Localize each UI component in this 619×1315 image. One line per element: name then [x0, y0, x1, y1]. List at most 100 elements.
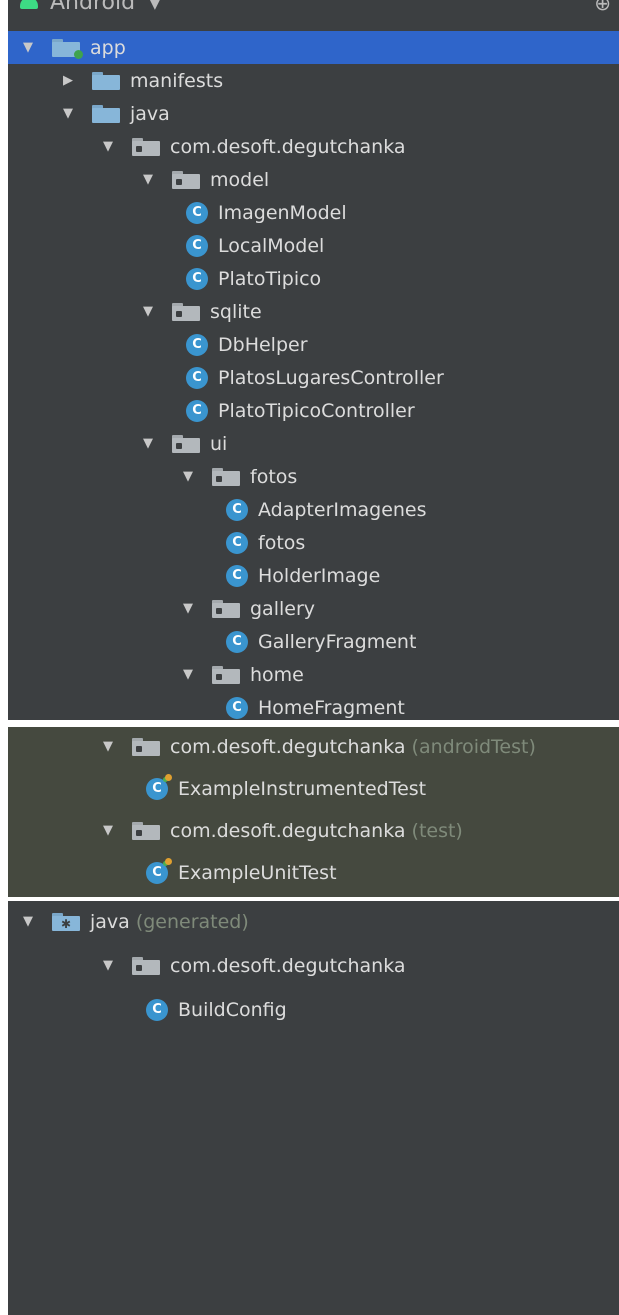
tree-node-label: HolderImage — [258, 564, 381, 587]
tree-node-folder[interactable]: ▼ com.desoft.degutchanka (androidTest) — [8, 730, 619, 763]
tree-node-class[interactable]: C PlatoTipicoController — [8, 394, 619, 427]
tree-node-folder[interactable]: ▼ home — [8, 658, 619, 691]
class-icon: C — [186, 399, 208, 422]
tree-node-folder[interactable]: ▼ model — [8, 163, 619, 196]
tree-node-label: PlatoTipico — [218, 267, 322, 290]
tree-node-class[interactable]: C HomeFragment — [8, 691, 619, 720]
generated-folder-icon: ✱ — [52, 912, 80, 931]
package-icon — [132, 737, 160, 756]
tree-node-label: PlatosLugaresController — [218, 366, 444, 389]
class-icon: C — [226, 531, 248, 554]
android-icon — [20, 0, 38, 9]
expand-arrow-down-icon[interactable]: ▼ — [100, 739, 116, 755]
tree-node-class[interactable]: C HolderImage — [8, 559, 619, 592]
expand-arrow-down-icon[interactable]: ▼ — [180, 601, 196, 617]
target-icon[interactable]: ⊕ — [594, 0, 611, 12]
package-icon — [172, 434, 200, 453]
tree-node-label: HomeFragment — [258, 696, 405, 719]
tree-node-folder[interactable]: ▼ com.desoft.degutchanka — [8, 130, 619, 163]
expand-arrow-down-icon[interactable]: ▼ — [140, 436, 156, 452]
tree-node-hint: (generated) — [135, 910, 249, 933]
expand-arrow-down-icon[interactable]: ▼ — [140, 304, 156, 320]
class-icon: C — [186, 234, 208, 257]
tree-node-label: com.desoft.degutchanka — [170, 735, 406, 758]
tree-node-label: fotos — [258, 531, 306, 554]
tree-node-folder[interactable]: ▼ fotos — [8, 460, 619, 493]
expand-arrow-down-icon[interactable]: ▼ — [180, 469, 196, 485]
tree-node-folder[interactable]: ▶ manifests — [8, 64, 619, 97]
generated-sources-panel: ▼ ✱ java (generated) ▼ com.desoft.degutchanka… — [8, 901, 619, 1315]
package-icon — [212, 665, 240, 684]
tree-node-folder[interactable]: ▼ com.desoft.degutchanka (test) — [8, 814, 619, 847]
expand-arrow-down-icon[interactable]: ▼ — [20, 40, 36, 56]
expand-arrow-down-icon[interactable]: ▼ — [140, 172, 156, 188]
tree-node-label: home — [250, 663, 304, 686]
class-icon: C — [226, 564, 248, 587]
tree-node-class[interactable]: C DbHelper — [8, 328, 619, 361]
test-sources-panel: ▼ com.desoft.degutchanka (androidTest) C Exa… — [8, 727, 619, 897]
expand-arrow-down-icon[interactable]: ▼ — [180, 667, 196, 683]
tree-node-label: manifests — [130, 69, 224, 92]
expand-arrow-down-icon[interactable]: ▼ — [100, 958, 116, 974]
test-class-icon: C — [146, 857, 172, 884]
expand-arrow-down-icon[interactable]: ▼ — [20, 914, 36, 930]
tree-node-folder[interactable]: ▼ ✱ java (generated) — [8, 905, 619, 938]
tree-node-label: ui — [210, 432, 228, 455]
package-icon — [212, 467, 240, 486]
class-icon: C — [226, 696, 248, 719]
expand-arrow-down-icon[interactable]: ▼ — [60, 106, 76, 122]
tree-node-class[interactable]: C AdapterImagenes — [8, 493, 619, 526]
tree-node-class[interactable]: Cfotos — [8, 526, 619, 559]
package-icon — [132, 137, 160, 156]
tree-node-folder[interactable]: ▼ ui — [8, 427, 619, 460]
tree-node-class[interactable]: C LocalModel — [8, 229, 619, 262]
build-config-icon: C — [146, 998, 168, 1021]
tree-node-label: sqlite — [210, 300, 262, 323]
tree-node-label: gallery — [250, 597, 316, 620]
view-selector[interactable]: Android ▼ — [20, 0, 161, 12]
project-view-header: Android ▼ ⊕ — [8, 0, 619, 12]
expand-arrow-down-icon[interactable]: ▼ — [100, 823, 116, 839]
module-icon — [52, 38, 83, 59]
tree-node-label: GalleryFragment — [258, 630, 417, 653]
tree-node-label: ExampleUnitTest — [178, 861, 337, 884]
class-icon: C — [186, 201, 208, 224]
folder-icon — [92, 71, 120, 90]
tree-node-label: LocalModel — [218, 234, 325, 257]
tree-node-folder[interactable]: ▼ com.desoft.degutchanka — [8, 949, 619, 982]
tree-node-folder[interactable]: ▼ sqlite — [8, 295, 619, 328]
tree-node-label: java — [90, 910, 130, 933]
chevron-down-icon[interactable]: ▼ — [149, 0, 161, 12]
expand-arrow-down-icon[interactable]: ▼ — [100, 139, 116, 155]
package-icon — [132, 821, 160, 840]
test-class-icon: C — [146, 773, 172, 800]
class-icon: C — [186, 333, 208, 356]
tree-node-class[interactable]: C GalleryFragment — [8, 625, 619, 658]
folder-icon — [92, 104, 120, 123]
tree-node-folder[interactable]: ▼ app — [8, 31, 619, 64]
tree-node-label: app — [90, 36, 126, 59]
class-icon: C — [186, 267, 208, 290]
tree-node-class[interactable]: C BuildConfig — [8, 993, 619, 1026]
class-icon: C — [186, 366, 208, 389]
tree-node-class[interactable]: C ExampleInstrumentedTest — [8, 772, 619, 805]
package-icon — [212, 599, 240, 618]
tree-node-class[interactable]: C PlatoTipico — [8, 262, 619, 295]
expand-arrow-right-icon[interactable]: ▶ — [60, 73, 76, 89]
tree-node-label: ExampleInstrumentedTest — [178, 777, 427, 800]
project-tree-panel: Android ▼ ⊕ ▼ app ▶ manifests ▼ java ▼ com.deso… — [8, 0, 619, 720]
tree-node-label: com.desoft.degutchanka — [170, 819, 406, 842]
tree-node-class[interactable]: C ImagenModel — [8, 196, 619, 229]
view-selector-label: Android — [50, 0, 135, 12]
tree-node-label: model — [210, 168, 270, 191]
tree-node-label: PlatoTipicoController — [218, 399, 415, 422]
tree-node-hint: (test) — [411, 819, 463, 842]
tree-node-class[interactable]: C ExampleUnitTest — [8, 856, 619, 889]
tree-node-folder[interactable]: ▼ java — [8, 97, 619, 130]
tree-node-folder[interactable]: ▼ gallery — [8, 592, 619, 625]
tree-node-label: com.desoft.degutchanka — [170, 135, 406, 158]
tree-node-class[interactable]: C PlatosLugaresController — [8, 361, 619, 394]
package-icon — [172, 170, 200, 189]
tree-node-label: java — [130, 102, 170, 125]
tree-node-label: DbHelper — [218, 333, 308, 356]
